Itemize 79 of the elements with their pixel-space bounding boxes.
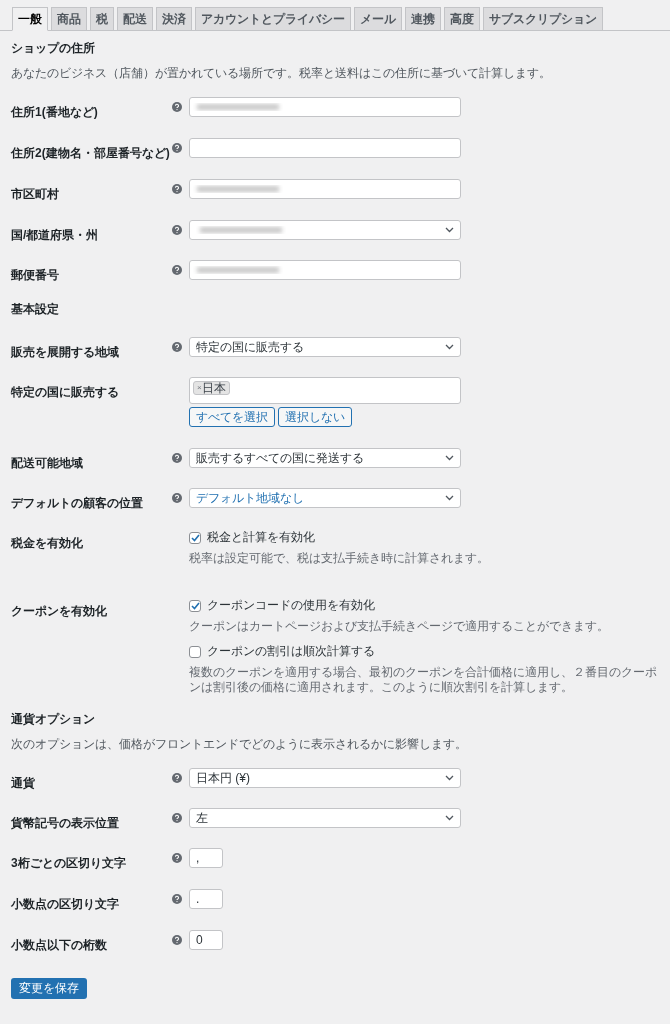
help-icon[interactable] xyxy=(172,853,182,863)
section-description: 次のオプションは、価格がフロントエンドでどのように表示されるかに影響します。 xyxy=(10,737,468,752)
field-label: 税金を有効化 xyxy=(11,536,83,550)
help-icon[interactable] xyxy=(172,773,182,783)
field-label: 住所2(建物名・部屋番号など) xyxy=(11,146,170,160)
select-dropdown[interactable]: 販売するすべての国に発送する xyxy=(189,448,461,468)
field-label: 販売を展開する地域 xyxy=(11,345,119,359)
select-dropdown[interactable]: デフォルト地域なし xyxy=(189,488,461,508)
country-tag: ×日本 xyxy=(193,381,230,395)
chevron-down-icon xyxy=(445,775,454,781)
checkbox[interactable] xyxy=(189,599,201,612)
checkbox-label: 税金と計算を有効化 xyxy=(207,530,315,545)
chevron-down-icon xyxy=(445,344,454,350)
field-label: 特定の国に販売する xyxy=(11,385,119,399)
section-heading: ショップの住所 xyxy=(10,40,96,56)
select-button[interactable]: すべてを選択 xyxy=(189,407,275,427)
section-heading: 基本設定 xyxy=(10,301,60,317)
help-icon[interactable] xyxy=(172,935,182,945)
tab[interactable]: 連携 xyxy=(405,7,441,31)
text-input[interactable] xyxy=(189,260,461,280)
short-input[interactable]: , xyxy=(189,848,223,868)
save-button[interactable]: 変更を保存 xyxy=(11,977,87,999)
chevron-down-icon xyxy=(445,455,454,461)
tab[interactable]: アカウントとプライバシー xyxy=(195,7,351,31)
checkbox[interactable] xyxy=(189,645,201,658)
help-icon[interactable] xyxy=(172,265,182,275)
chevron-down-icon xyxy=(445,815,454,821)
help-icon[interactable] xyxy=(172,342,182,352)
select-dropdown[interactable]: 特定の国に販売する xyxy=(189,337,461,357)
checkbox-label: クーポンコードの使用を有効化 xyxy=(207,598,375,613)
option-description: 税率は設定可能で、税は支払手続き時に計算されます。 xyxy=(189,551,490,566)
tab[interactable]: 配送 xyxy=(117,7,153,31)
tab[interactable]: 税 xyxy=(90,7,114,31)
text-input[interactable] xyxy=(189,179,461,199)
text-input[interactable] xyxy=(189,97,461,117)
select-dropdown[interactable]: 日本円 (¥) xyxy=(189,768,461,788)
checkbox[interactable] xyxy=(189,531,201,544)
field-label: 貨幣記号の表示位置 xyxy=(11,816,119,830)
field-label: 小数点以下の桁数 xyxy=(11,938,107,952)
chevron-down-icon xyxy=(445,495,454,501)
tab[interactable]: 高度 xyxy=(444,7,480,31)
option-description: クーポンはカートページおよび支払手続きページで適用することができます。 xyxy=(189,619,610,634)
tab[interactable]: 商品 xyxy=(51,7,87,31)
field-label: 郵便番号 xyxy=(11,268,59,282)
tab[interactable]: サブスクリプション xyxy=(483,7,603,31)
multi-select-field[interactable]: ×日本 xyxy=(189,377,461,404)
select-button[interactable]: 選択しない xyxy=(278,407,352,427)
field-label: デフォルトの顧客の位置 xyxy=(11,496,143,510)
help-icon[interactable] xyxy=(172,894,182,904)
field-label: 通貨 xyxy=(11,776,35,790)
tab[interactable]: 決済 xyxy=(156,7,192,31)
field-label: 配送可能地域 xyxy=(11,456,83,470)
chevron-down-icon xyxy=(445,227,454,233)
checkbox-label: クーポンの割引は順次計算する xyxy=(207,644,375,659)
help-icon[interactable] xyxy=(172,813,182,823)
help-icon[interactable] xyxy=(172,184,182,194)
field-label: 市区町村 xyxy=(11,187,59,201)
short-input[interactable]: . xyxy=(189,889,223,909)
checkmark-icon xyxy=(190,601,200,610)
field-label: 小数点の区切り文字 xyxy=(11,897,119,911)
section-description: あなたのビジネス（店舗）が置かれている場所です。税率と送料はこの住所に基づいて計算します。 xyxy=(10,66,552,81)
help-icon[interactable] xyxy=(172,225,182,235)
tab[interactable]: 一般 xyxy=(12,7,48,31)
help-icon[interactable] xyxy=(172,453,182,463)
help-icon[interactable] xyxy=(172,143,182,153)
help-icon[interactable] xyxy=(172,102,182,112)
field-label: 3桁ごとの区切り文字 xyxy=(11,856,126,870)
select-dropdown[interactable]: 左 xyxy=(189,808,461,828)
text-input[interactable] xyxy=(189,138,461,158)
help-icon[interactable] xyxy=(172,493,182,503)
remove-tag-button[interactable]: × xyxy=(197,383,202,393)
short-input[interactable]: 0 xyxy=(189,930,223,950)
field-label: 国/都道府県・州 xyxy=(11,228,99,242)
field-label: 住所1(番地など) xyxy=(11,105,98,119)
tab[interactable]: メール xyxy=(354,7,402,31)
section-heading: 通貨オプション xyxy=(10,711,96,727)
checkmark-icon xyxy=(190,533,200,542)
field-label: クーポンを有効化 xyxy=(11,604,107,618)
option-description: 複数のクーポンを適用する場合、最初のクーポンを合計価格に適用し、２番目のクーポンは割引後の価格に適用されます。このように順次割引を計算します。 xyxy=(189,665,658,695)
